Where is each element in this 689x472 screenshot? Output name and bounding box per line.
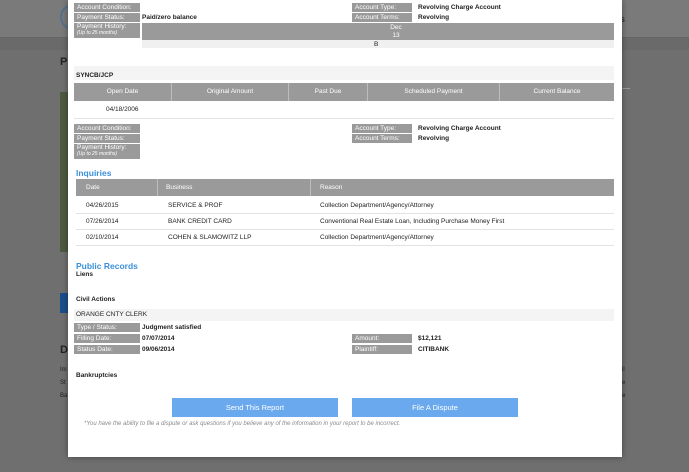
account-type-label: Account Type:	[352, 3, 412, 12]
inquiry-business: SERVICE & PROF	[168, 202, 223, 209]
plaintiff-value: CITIBANK	[418, 346, 450, 353]
payment-history-label: Payment History: (Up to 25 months)	[74, 23, 140, 38]
payment-status-label: Payment Status:	[74, 13, 140, 22]
background-heading-2: D	[60, 344, 68, 356]
court-name: ORANGE CNTY CLERK	[74, 309, 614, 321]
table-row: 02/10/2014 COHEN & SLAMOWITZ LLP Collect…	[76, 230, 614, 246]
account-condition-label: Account Condition:	[74, 3, 140, 12]
history-month: Dec	[390, 24, 402, 31]
account-terms-value-2: Revolving	[418, 135, 450, 142]
history-status: B	[374, 41, 379, 48]
account-type-label-2: Account Type:	[352, 124, 412, 133]
payment-status-label-2: Payment Status:	[74, 134, 140, 143]
inquiry-reason: Collection Department/Agency/Attorney	[320, 234, 434, 241]
inquiry-date: 04/26/2015	[86, 202, 119, 209]
bankruptcies-heading: Bankruptcies	[76, 372, 118, 379]
inquiries-title: Inquiries	[76, 168, 112, 178]
inquiries-table-header: Date Business Reason	[76, 179, 614, 196]
status-date-value: 09/06/2014	[142, 346, 175, 353]
inquiry-business: BANK CREDIT CARD	[168, 218, 232, 225]
status-date-label: Status Date:	[74, 345, 140, 354]
account-table-header: Open Date Original Amount Past Due Sched…	[74, 83, 614, 101]
account-terms-value: Revolving	[418, 14, 450, 21]
col-past-due: Past Due	[289, 83, 368, 101]
account-terms-label: Account Terms:	[352, 13, 412, 22]
civil-actions-heading: Civil Actions	[76, 296, 116, 303]
account-header-band	[74, 66, 614, 80]
filing-date-value: 07/07/2014	[142, 335, 175, 342]
dispute-note: *You have the ability to file a dispute …	[84, 421, 401, 427]
credit-report-modal: Account Condition: Payment Status: Paid/…	[68, 0, 622, 457]
account-type-value-2: Revolving Charge Account	[418, 125, 501, 132]
type-status-label: Type / Status:	[74, 323, 140, 332]
payment-history-grid: Dec 13	[142, 23, 614, 40]
public-records-title: Public Records	[76, 261, 138, 271]
col-scheduled-payment: Scheduled Payment	[368, 83, 500, 101]
background-text-left: Im St Ba	[60, 367, 68, 399]
account-terms-label-2: Account Terms:	[352, 134, 412, 143]
type-status-value: Judgment satisfied	[142, 324, 202, 331]
send-report-button[interactable]: Send This Report	[172, 398, 338, 417]
background-heading: P	[60, 56, 68, 68]
col-reason: Reason	[320, 184, 343, 191]
account-type-value: Revolving Charge Account	[418, 4, 501, 11]
table-row: 04/26/2015 SERVICE & PROF Collection Dep…	[76, 198, 614, 214]
file-dispute-button[interactable]: File A Dispute	[352, 398, 518, 417]
col-date: Date	[86, 184, 100, 191]
inquiry-reason: Collection Department/Agency/Attorney	[320, 202, 434, 209]
history-year: 13	[392, 32, 400, 39]
col-open-date: Open Date	[74, 83, 172, 101]
table-row: 07/26/2014 BANK CREDIT CARD Conventional…	[76, 214, 614, 230]
account-name: SYNCB/JCP	[76, 72, 114, 79]
background-text-right: ll e e	[622, 367, 626, 399]
open-date-value: 04/18/2006	[106, 106, 139, 113]
col-original-amount: Original Amount	[172, 83, 289, 101]
col-business: Business	[166, 184, 193, 191]
background-divider	[622, 88, 630, 89]
amount-value: $12,121	[418, 335, 442, 342]
inquiry-business: COHEN & SLAMOWITZ LLP	[168, 234, 252, 241]
amount-label: Amount:	[352, 334, 412, 343]
background-image	[60, 92, 68, 252]
payment-status-value: Paid/zero balance	[142, 14, 197, 21]
inquiry-reason: Conventional Real Estate Loan, Including…	[320, 218, 505, 225]
payment-history-label-2: Payment History: (Up to 25 months)	[74, 144, 140, 159]
account-table-row	[74, 101, 614, 119]
liens-heading: Liens	[76, 271, 93, 278]
col-current-balance: Current Balance	[533, 88, 581, 95]
inquiry-date: 02/10/2014	[86, 234, 119, 241]
plaintiff-label: Plaintiff:	[352, 345, 412, 354]
account-condition-label-2: Account Condition:	[74, 124, 140, 133]
inquiry-date: 07/26/2014	[86, 218, 119, 225]
filing-date-label: Filling Date:	[74, 334, 140, 343]
